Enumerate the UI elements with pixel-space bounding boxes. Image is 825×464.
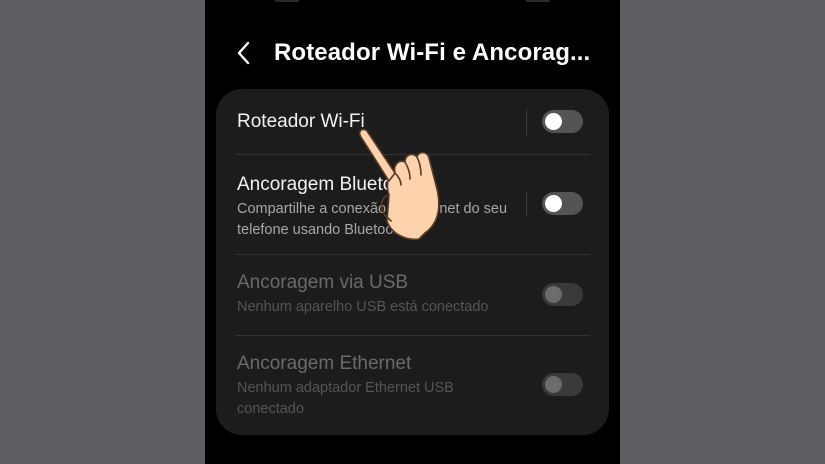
toggle-knob: [545, 195, 562, 212]
app-bar: Roteador Wi-Fi e Ancorag...: [205, 30, 620, 76]
vertical-separator: [526, 191, 527, 217]
setting-title: Ancoragem via USB: [237, 272, 409, 293]
setting-subtitle: Nenhum adaptador Ethernet USB conectado: [237, 380, 454, 417]
vertical-separator: [526, 109, 527, 135]
setting-title: Ancoragem Ethernet: [237, 353, 412, 374]
status-bar-remnant: [275, 0, 550, 3]
toggle-knob: [545, 113, 562, 130]
setting-subtitle: Nenhum aparelho USB está conectado: [237, 299, 489, 315]
usb-tethering-toggle: [542, 283, 583, 306]
chevron-left-icon: [237, 41, 250, 65]
toggle-knob: [545, 376, 562, 393]
setting-subtitle: Compartilhe a conexão de Internet do seu…: [237, 201, 508, 238]
settings-card: Roteador Wi-Fi Ancoragem Bluetooth Compa…: [216, 89, 609, 435]
ethernet-tethering-toggle: [542, 373, 583, 396]
phone-screen: Roteador Wi-Fi e Ancorag... Roteador Wi-…: [205, 0, 620, 464]
wifi-hotspot-toggle[interactable]: [542, 110, 583, 133]
bluetooth-tethering-toggle[interactable]: [542, 192, 583, 215]
setting-row-bluetooth-tethering[interactable]: Ancoragem Bluetooth Compartilhe a conexã…: [216, 155, 609, 254]
setting-title: Roteador Wi-Fi: [237, 111, 365, 132]
back-button[interactable]: [231, 38, 259, 68]
setting-row-wifi-hotspot[interactable]: Roteador Wi-Fi: [216, 89, 609, 155]
setting-title: Ancoragem Bluetooth: [237, 174, 420, 195]
setting-row-usb-tethering: Ancoragem via USB Nenhum aparelho USB es…: [216, 255, 609, 335]
setting-row-ethernet-tethering: Ancoragem Ethernet Nenhum adaptador Ethe…: [216, 336, 609, 435]
toggle-knob: [545, 286, 562, 303]
page-title: Roteador Wi-Fi e Ancorag...: [274, 39, 591, 66]
